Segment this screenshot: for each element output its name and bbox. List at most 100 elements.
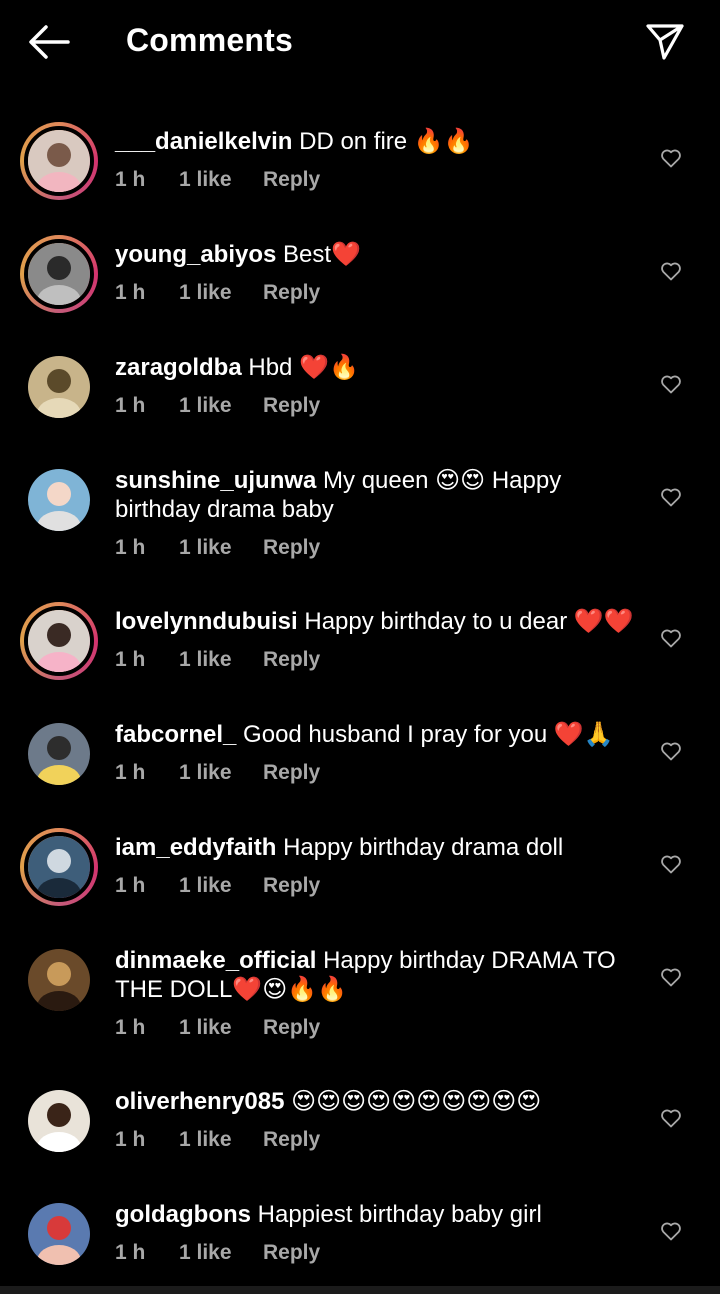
avatar[interactable] [28,949,90,1011]
like-count[interactable]: 1 like [179,1016,263,1040]
comment-text: Happiest birthday baby girl [257,1201,542,1228]
like-button[interactable] [659,146,683,170]
comment-meta: 1 h 1 like Reply [115,394,320,418]
like-button[interactable] [659,372,683,396]
avatar-container[interactable] [20,941,98,1019]
comment-meta: 1 h 1 like Reply [115,874,320,898]
like-count[interactable]: 1 like [179,168,263,192]
heart-icon [661,1222,681,1241]
avatar[interactable] [28,469,90,531]
comment-body: goldagbons Happiest birthday baby girl [115,1200,635,1229]
like-count[interactable]: 1 like [179,648,263,672]
reply-button[interactable]: Reply [263,761,320,785]
like-button[interactable] [659,965,683,989]
avatar-container[interactable] [20,1195,98,1273]
comment-timestamp: 1 h [115,874,146,897]
like-button[interactable] [659,1106,683,1130]
comment-body: zaragoldba Hbd ❤️🔥 [115,353,635,382]
reply-button[interactable]: Reply [263,281,320,305]
avatar-story-ring[interactable] [20,828,98,906]
reply-button[interactable]: Reply [263,874,320,898]
heart-icon [661,855,681,874]
comment-timestamp: 1 h [115,1128,146,1151]
like-count[interactable]: 1 like [179,1128,263,1152]
comment-text: Good husband I pray for you ❤️🙏 [243,721,614,748]
like-count[interactable]: 1 like [179,874,263,898]
comment-text: Happy birthday to u dear ❤️❤️ [304,608,634,635]
comment-meta: 1 h 1 like Reply [115,1016,320,1040]
comment-text: Hbd ❤️🔥 [248,354,359,381]
heart-icon [661,262,681,281]
like-button[interactable] [659,626,683,650]
reply-button[interactable]: Reply [263,1016,320,1040]
comment-username[interactable]: lovelynndubuisi [115,608,298,635]
comment-text: 😍😍😍😍😍😍😍😍😍😍 [291,1088,542,1115]
comment-text: Best❤️ [283,241,361,268]
comment-text: DD on fire 🔥🔥 [299,128,474,155]
comment-meta: 1 h 1 like Reply [115,281,320,305]
avatar-container[interactable] [20,1082,98,1160]
like-button[interactable] [659,485,683,509]
comment-username[interactable]: oliverhenry085 [115,1088,284,1115]
avatar-container[interactable] [20,348,98,426]
like-count[interactable]: 1 like [179,536,263,560]
comment-body: fabcornel_ Good husband I pray for you ❤… [115,720,635,749]
comment-timestamp: 1 h [115,1016,146,1039]
comment-body: dinmaeke_official Happy birthday DRAMA T… [115,946,635,1004]
comment-list: ___danielkelvin DD on fire 🔥🔥 1 h1 like Re… [0,0,720,1294]
reply-button[interactable]: Reply [263,1241,320,1265]
heart-icon [661,375,681,394]
comment-timestamp: 1 h [115,281,146,304]
comment-username[interactable]: young_abiyos [115,241,276,268]
avatar[interactable] [28,1203,90,1265]
avatar[interactable] [24,239,94,309]
comment-username[interactable]: fabcornel_ [115,721,236,748]
reply-button[interactable]: Reply [263,536,320,560]
heart-icon [661,488,681,507]
avatar-story-ring[interactable] [20,235,98,313]
like-button[interactable] [659,852,683,876]
reply-button[interactable]: Reply [263,394,320,418]
comment-body: sunshine_ujunwa My queen 😍😍 Happy birthd… [115,466,635,524]
comment-username[interactable]: zaragoldba [115,354,242,381]
comment-username[interactable]: sunshine_ujunwa [115,467,316,494]
reply-button[interactable]: Reply [263,648,320,672]
avatar[interactable] [28,356,90,418]
avatar-story-ring[interactable] [20,602,98,680]
comment-body: lovelynndubuisi Happy birthday to u dear… [115,607,635,636]
like-count[interactable]: 1 like [179,1241,263,1265]
avatar[interactable] [24,832,94,902]
avatar-container[interactable] [20,715,98,793]
like-count[interactable]: 1 like [179,281,263,305]
comment-meta: 1 h 1 like Reply [115,536,320,560]
like-count[interactable]: 1 like [179,761,263,785]
avatar-story-ring[interactable] [20,122,98,200]
like-button[interactable] [659,739,683,763]
comment-username[interactable]: goldagbons [115,1201,251,1228]
comment-text: Happy birthday drama doll [283,834,564,861]
comment-body: oliverhenry085 😍😍😍😍😍😍😍😍😍😍 [115,1087,635,1116]
comment-meta: 1 h 1 like Reply [115,761,320,785]
avatar[interactable] [24,126,94,196]
comment-meta: 1 h 1 like Reply [115,168,320,192]
comment-timestamp: 1 h [115,536,146,559]
like-button[interactable] [659,1219,683,1243]
comment-username[interactable]: iam_eddyfaith [115,834,276,861]
comment-meta: 1 h 1 like Reply [115,1128,320,1152]
avatar[interactable] [24,606,94,676]
avatar[interactable] [28,723,90,785]
comment-username[interactable]: ___danielkelvin [115,128,292,155]
like-count[interactable]: 1 like [179,394,263,418]
heart-icon [661,968,681,987]
avatar[interactable] [28,1090,90,1152]
avatar-container[interactable] [20,461,98,539]
reply-button[interactable]: Reply [263,168,320,192]
heart-icon [661,629,681,648]
comment-username[interactable]: dinmaeke_official [115,947,316,974]
like-button[interactable] [659,259,683,283]
comment-meta: 1 h 1 like Reply [115,648,320,672]
comment-meta: 1 h 1 like Reply [115,1241,320,1265]
heart-icon [661,149,681,168]
heart-icon [661,742,681,761]
reply-button[interactable]: Reply [263,1128,320,1152]
